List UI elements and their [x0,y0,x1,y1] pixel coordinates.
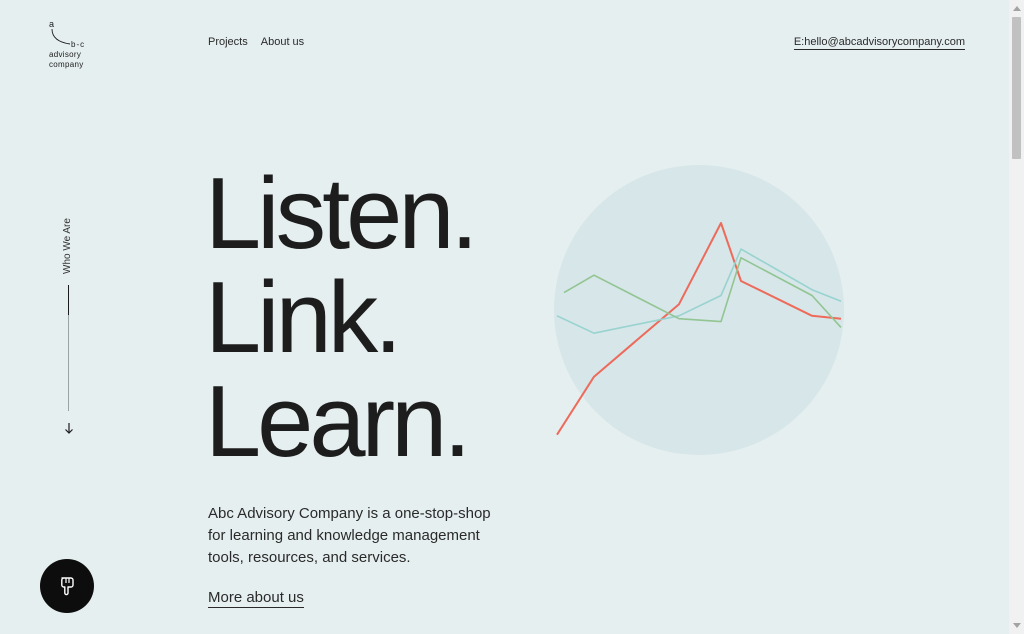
scroll-up-arrow-icon[interactable] [1013,6,1021,11]
main-nav: Projects About us [208,36,304,48]
pointing-hand-icon [61,577,74,596]
arrow-down-icon[interactable] [62,420,76,436]
nav-link-projects[interactable]: Projects [208,36,248,48]
side-progress-indicator [68,285,69,315]
hero-line-link: Link. [205,262,402,374]
side-progress-track [68,315,69,411]
vertical-scrollbar[interactable] [1009,0,1024,634]
hero-line-chart [554,165,844,455]
logo-text-advisory: advisory [49,50,82,59]
email-link[interactable]: E:hello@abcadvisorycompany.com [793,36,965,50]
hero-line-learn: Learn. [205,366,471,478]
logo-text-company: company [49,60,84,69]
company-logo[interactable]: a b-c advisory company [44,20,94,72]
logo-letters-bc: b-c [71,40,86,49]
more-about-us-link[interactable]: More about us [208,589,304,608]
hero-line-listen: Listen. [205,158,479,270]
nav-link-about-us[interactable]: About us [261,36,304,48]
logo-letter-a: a [49,19,55,29]
page: a b-c advisory company Projects About us… [0,0,1024,634]
hero-heading: Listen. Link. Learn. [205,158,479,478]
floating-action-button[interactable] [40,559,94,613]
intro-description: Abc Advisory Company is a one-stop-shop … [208,505,491,566]
scrollbar-thumb[interactable] [1012,17,1021,159]
side-label-who-we-are: Who We Are [62,218,73,274]
scroll-down-arrow-icon[interactable] [1013,623,1021,628]
